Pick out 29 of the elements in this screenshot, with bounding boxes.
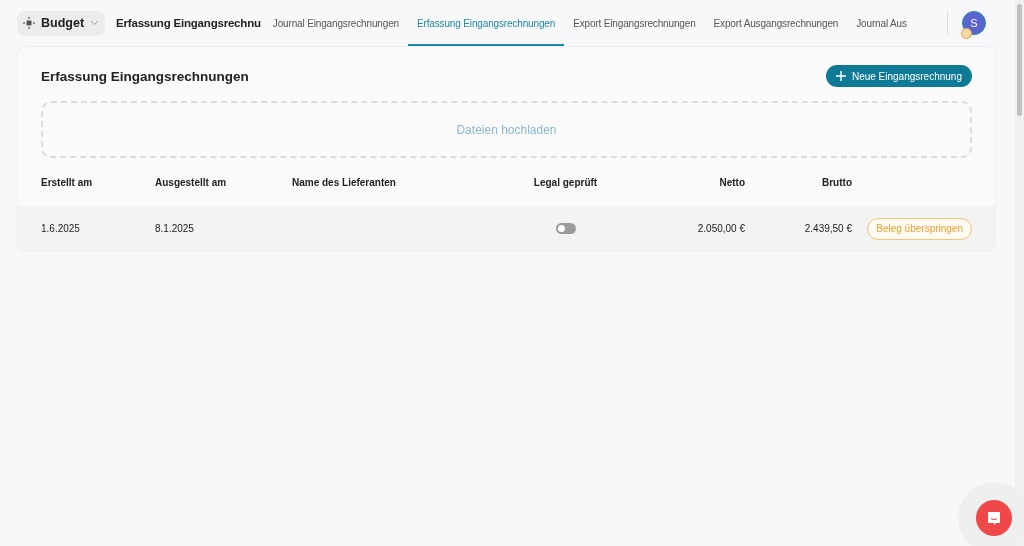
column-header: Legal geprüft — [532, 176, 599, 188]
column-header: Name des Lieferanten — [292, 176, 397, 188]
chevron-down-icon — [90, 20, 100, 26]
nav-tab[interactable]: Journal Eingangsrechnungen — [263, 2, 408, 46]
upload-label: Dateien hochladen — [456, 122, 557, 137]
card-title: Erfassung Eingangsrechnungen — [41, 68, 249, 84]
column-header: Brutto — [821, 176, 852, 188]
new-invoice-button[interactable]: Neue Eingangsrechnung — [825, 65, 972, 87]
workspace-switcher[interactable]: Budget — [17, 10, 106, 36]
move-icon — [23, 17, 35, 29]
nav-tab[interactable]: Journal Aus — [847, 2, 907, 46]
scrollbar[interactable] — [1015, 0, 1024, 546]
legal-toggle[interactable] — [555, 223, 576, 235]
column-header: Erstellt am — [41, 176, 94, 188]
table-cell-text: 2.439,50 € — [803, 223, 852, 234]
chat-icon — [986, 510, 1002, 526]
chat-button[interactable] — [976, 500, 1012, 536]
plus-icon — [835, 71, 846, 81]
table-cell-text: 1.6.2025 — [41, 223, 81, 234]
status-badge-icon — [961, 28, 972, 39]
table-cell-text: 8.1.2025 — [155, 223, 195, 234]
workspace-label: Budget — [41, 16, 85, 30]
page-title: Erfassung Eingangsrechnu — [116, 17, 261, 29]
user-avatar[interactable]: S — [962, 11, 986, 35]
column-header: Netto — [718, 176, 745, 188]
column-header: Ausgestellt am — [155, 176, 228, 188]
nav-tab[interactable]: Export Eingangsrechnungen — [564, 2, 705, 46]
table-cell-text: 2.050,00 € — [696, 223, 745, 234]
nav-tab[interactable]: Export Ausgangsrechnungen — [704, 2, 848, 46]
